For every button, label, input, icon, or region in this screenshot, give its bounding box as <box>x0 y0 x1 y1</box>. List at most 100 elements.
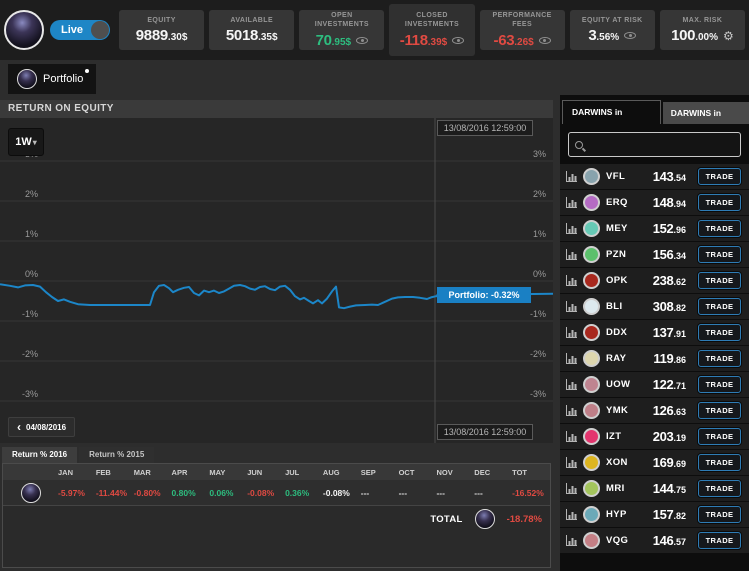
bar-chart-icon[interactable] <box>565 352 578 365</box>
darwin-avatar[interactable] <box>583 428 600 445</box>
return-on-equity-chart[interactable]: 3%3%2%2%1%1%0%0%-1%-1%-2%-2%-3%-3% 1W▾ 1… <box>0 118 553 443</box>
eye-icon[interactable] <box>624 32 637 40</box>
bar-chart-icon[interactable] <box>565 300 578 313</box>
trade-button[interactable]: TRADE <box>698 298 741 315</box>
month-column-header: NOV <box>436 467 453 477</box>
darwin-avatar[interactable] <box>583 194 600 211</box>
live-toggle[interactable]: Live <box>50 20 110 40</box>
portfolio-avatar-icon <box>20 482 41 503</box>
trade-button[interactable]: TRADE <box>698 324 741 341</box>
tab-return-2016[interactable]: Return % 2016 <box>2 447 78 463</box>
darwin-avatar[interactable] <box>583 324 600 341</box>
tab-return-2015[interactable]: Return % 2015 <box>79 447 155 463</box>
period-selector-dropdown[interactable]: 1W▾ <box>8 128 44 156</box>
trade-button[interactable]: TRADE <box>698 350 741 367</box>
live-toggle-knob <box>91 21 109 39</box>
darwin-avatar[interactable] <box>583 402 600 419</box>
month-column-header: APR <box>171 467 188 477</box>
chart-title: RETURN ON EQUITY <box>0 100 553 118</box>
trade-button[interactable]: TRADE <box>698 220 741 237</box>
trade-button[interactable]: TRADE <box>698 376 741 393</box>
trade-button[interactable]: TRADE <box>698 402 741 419</box>
bar-chart-icon[interactable] <box>565 456 578 469</box>
darwin-price: 119.86 <box>653 350 686 366</box>
darwin-ticker: IZT <box>606 431 622 442</box>
bar-chart-icon[interactable] <box>565 534 578 547</box>
darwin-row: XON 169.69 TRADE <box>560 450 749 475</box>
darwin-row: VFL 143.54 TRADE <box>560 164 749 189</box>
darwin-avatar[interactable] <box>583 376 600 393</box>
darwin-row: UOW 122.71 TRADE <box>560 372 749 397</box>
stat-value: -118.39$ <box>400 32 465 49</box>
bar-chart-icon[interactable] <box>565 248 578 261</box>
tab-darwins-in-filters[interactable]: DARWINS in Filters <box>662 102 749 140</box>
month-column-header: MAR <box>133 467 151 477</box>
bar-chart-icon[interactable] <box>565 196 578 209</box>
eye-icon[interactable] <box>452 36 465 44</box>
darwin-avatar[interactable] <box>583 454 600 471</box>
cursor-datetime-bottom: 13/08/2016 12:59:00 <box>437 424 533 440</box>
svg-text:3%: 3% <box>533 149 546 159</box>
svg-text:-2%: -2% <box>530 349 546 359</box>
bar-chart-icon[interactable] <box>565 170 578 183</box>
darwin-avatar[interactable] <box>583 480 600 497</box>
monthly-returns-table: JAN FEB MAR APR MAY JUN JUL AUG SEP OCT NOV DEC TOT … <box>2 463 551 568</box>
darwin-avatar[interactable] <box>583 350 600 367</box>
trade-button[interactable]: TRADE <box>698 480 741 497</box>
darwin-avatar[interactable] <box>583 220 600 237</box>
darwin-ticker: MRI <box>606 483 625 494</box>
bar-chart-icon[interactable] <box>565 508 578 521</box>
month-return-value: --- <box>360 487 370 498</box>
trade-button[interactable]: TRADE <box>698 454 741 471</box>
stats-row: EQUITY 9889.30$ AVAILABLE 5018.35$ OPEN … <box>119 4 745 56</box>
prev-date-button[interactable]: ‹ 04/08/2016 <box>8 417 76 437</box>
darwin-ticker: DDX <box>606 327 628 338</box>
stat-label: AVAILABLE <box>230 16 274 24</box>
svg-text:-3%: -3% <box>530 389 546 399</box>
bar-chart-icon[interactable] <box>565 430 578 443</box>
returns-header-row: JAN FEB MAR APR MAY JUN JUL AUG SEP OCT NOV DEC TOT <box>3 464 550 480</box>
trade-button[interactable]: TRADE <box>698 246 741 263</box>
month-return-value: -0.80% <box>133 487 161 498</box>
bar-chart-icon[interactable] <box>565 404 578 417</box>
bar-chart-icon[interactable] <box>565 378 578 391</box>
darwin-avatar[interactable] <box>583 298 600 315</box>
trade-button[interactable]: TRADE <box>698 272 741 289</box>
trade-button[interactable]: TRADE <box>698 506 741 523</box>
darwin-row: RAY 119.86 TRADE <box>560 346 749 371</box>
darwin-avatar[interactable] <box>583 532 600 549</box>
bar-chart-icon[interactable] <box>565 274 578 287</box>
svg-text:1%: 1% <box>25 229 38 239</box>
month-column-header: JAN <box>58 467 74 477</box>
workspace-tab-row: Portfolio <box>0 60 749 95</box>
bar-chart-icon[interactable] <box>565 326 578 339</box>
eye-icon[interactable] <box>538 36 551 44</box>
trade-button[interactable]: TRADE <box>698 194 741 211</box>
darwin-ticker: ERQ <box>606 197 628 208</box>
bar-chart-icon[interactable] <box>565 222 578 235</box>
darwin-avatar[interactable] <box>583 506 600 523</box>
stat-label: PERFORMANCE FEES <box>492 12 552 28</box>
stat-box: PERFORMANCE FEES -63.26$ <box>479 10 565 50</box>
bar-chart-icon[interactable] <box>565 482 578 495</box>
tab-darwins-in-portfolio[interactable]: DARWINS in Portfolio <box>562 100 661 140</box>
trade-button[interactable]: TRADE <box>698 168 741 185</box>
stat-label: MAX. RISK <box>682 16 723 24</box>
eye-icon[interactable] <box>356 36 369 44</box>
darwin-row: ERQ 148.94 TRADE <box>560 190 749 215</box>
darwin-avatar[interactable] <box>583 272 600 289</box>
darwin-price: 157.82 <box>652 506 686 522</box>
trade-button[interactable]: TRADE <box>698 532 741 549</box>
gear-icon[interactable]: ⚙ <box>723 30 734 42</box>
darwin-avatar[interactable] <box>583 168 600 185</box>
user-avatar[interactable] <box>4 10 44 50</box>
stat-box: EQUITY AT RISK 3.56% <box>569 10 655 50</box>
portfolio-avatar-icon <box>17 69 37 89</box>
stat-value: -63.26$ <box>494 32 551 49</box>
trade-button[interactable]: TRADE <box>698 428 741 445</box>
search-input[interactable] <box>588 139 734 150</box>
tab-portfolio[interactable]: Portfolio <box>8 64 96 94</box>
darwin-price: 137.91 <box>652 324 686 340</box>
darwin-search-box[interactable] <box>568 132 741 157</box>
darwin-avatar[interactable] <box>583 246 600 263</box>
